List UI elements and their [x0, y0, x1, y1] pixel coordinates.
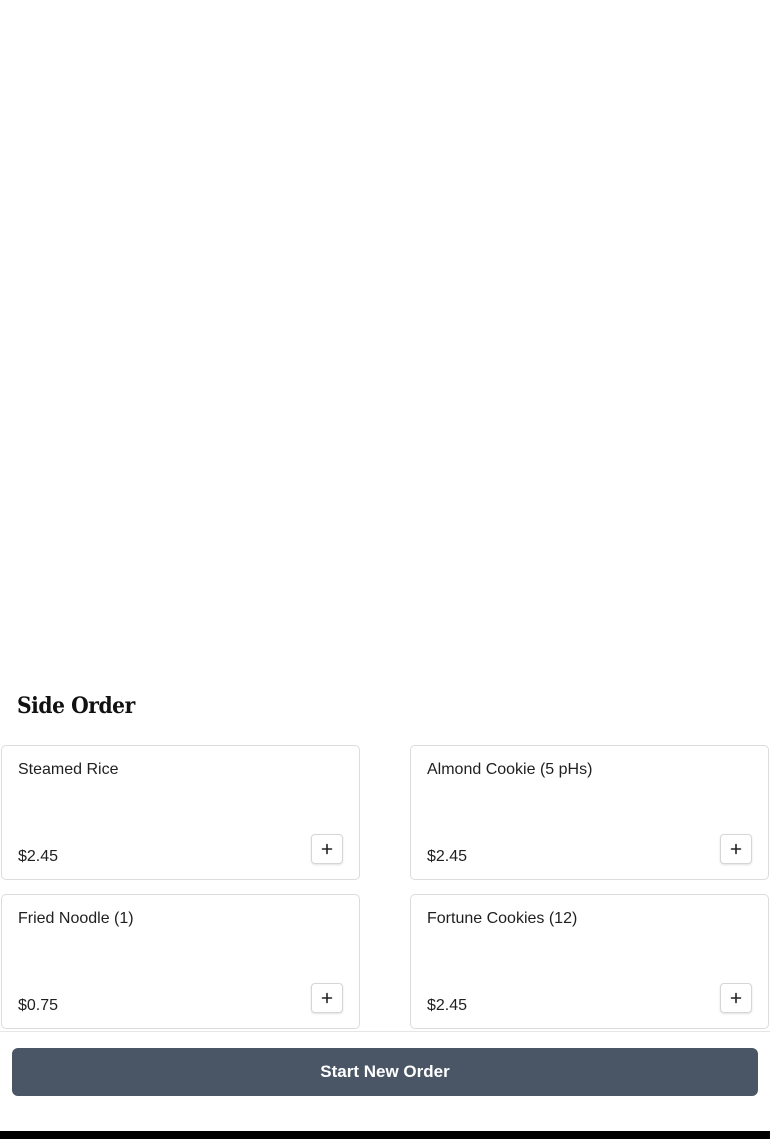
- footer-strip: [0, 1131, 770, 1139]
- menu-item-card[interactable]: Almond Cookie (5 pHs) $2.45: [410, 745, 769, 880]
- start-new-order-button[interactable]: Start New Order: [12, 1048, 758, 1096]
- add-item-button[interactable]: [720, 834, 752, 864]
- menu-item-name: Steamed Rice: [18, 761, 119, 778]
- content-blank-area: [0, 0, 770, 680]
- plus-icon: [730, 843, 742, 855]
- menu-item-name: Almond Cookie (5 pHs): [427, 761, 593, 778]
- add-item-button[interactable]: [720, 983, 752, 1013]
- menu-item-card[interactable]: Steamed Rice $2.45: [1, 745, 360, 880]
- plus-icon: [321, 843, 333, 855]
- section-title: Side Order: [17, 693, 135, 719]
- menu-item-card[interactable]: Fortune Cookies (12) $2.45: [410, 894, 769, 1029]
- plus-icon: [321, 992, 333, 1004]
- page: Side Order Steamed Rice $2.45 Almond Coo…: [0, 0, 770, 1139]
- add-item-button[interactable]: [311, 834, 343, 864]
- menu-item-price: $0.75: [18, 997, 59, 1014]
- add-item-button[interactable]: [311, 983, 343, 1013]
- menu-item-name: Fried Noodle (1): [18, 910, 134, 927]
- plus-icon: [730, 992, 742, 1004]
- menu-item-price: $2.45: [18, 848, 59, 865]
- menu-item-price: $2.45: [427, 997, 468, 1014]
- menu-item-price: $2.45: [427, 848, 468, 865]
- menu-item-card[interactable]: Fried Noodle (1) $0.75: [1, 894, 360, 1029]
- menu-item-name: Fortune Cookies (12): [427, 910, 578, 927]
